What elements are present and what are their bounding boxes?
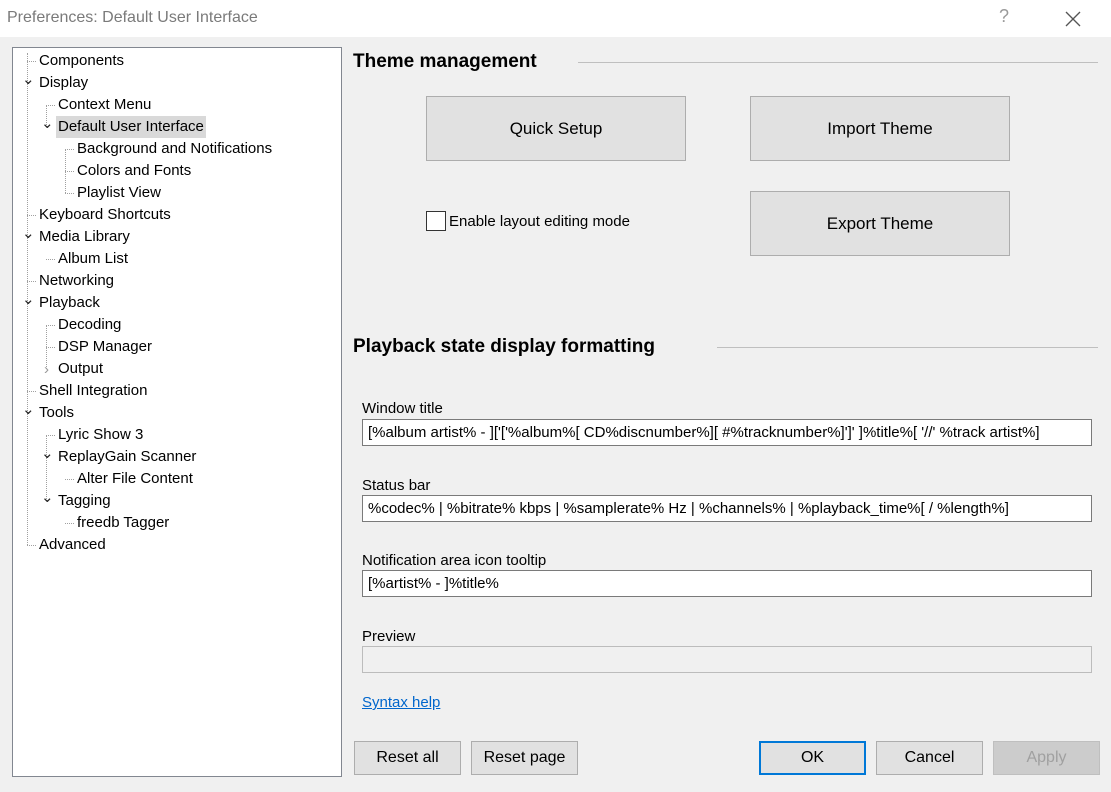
tree-connector bbox=[65, 193, 74, 194]
tree-item-replaygain-scanner[interactable]: ReplayGain Scanner bbox=[56, 446, 198, 468]
export-theme-button[interactable]: Export Theme bbox=[750, 191, 1010, 256]
tree-connector bbox=[65, 523, 74, 524]
tree-item-keyboard-shortcuts[interactable]: Keyboard Shortcuts bbox=[37, 204, 173, 226]
ok-button[interactable]: OK bbox=[759, 741, 866, 775]
formatting-heading: Playback state display formatting bbox=[353, 336, 655, 357]
tree-connector bbox=[27, 61, 36, 62]
expand-chevron-down-icon[interactable]: ⌄ bbox=[41, 490, 54, 507]
window-title: Preferences: Default User Interface bbox=[7, 9, 258, 26]
expand-chevron-down-icon[interactable]: ⌄ bbox=[22, 72, 35, 89]
expand-chevron-down-icon[interactable]: ⌄ bbox=[41, 446, 54, 463]
section-divider bbox=[717, 347, 1098, 348]
tree-connector bbox=[46, 347, 55, 348]
tree-connector bbox=[27, 413, 28, 545]
tree-connector bbox=[46, 259, 55, 260]
tree-connector bbox=[27, 391, 36, 392]
tree-connector bbox=[27, 545, 36, 546]
reset-page-button[interactable]: Reset page bbox=[471, 741, 578, 775]
tree-item-output[interactable]: Output bbox=[56, 358, 105, 380]
expand-chevron-down-icon[interactable]: ⌄ bbox=[22, 292, 35, 309]
tree-connector bbox=[65, 149, 66, 171]
expand-chevron-down-icon[interactable]: ⌄ bbox=[41, 116, 54, 133]
window-title-input[interactable] bbox=[362, 419, 1092, 446]
tree-item-shell-integration[interactable]: Shell Integration bbox=[37, 380, 149, 402]
tree-connector bbox=[46, 435, 55, 436]
quick-setup-button[interactable]: Quick Setup bbox=[426, 96, 686, 161]
reset-all-button[interactable]: Reset all bbox=[354, 741, 461, 775]
title-bar: Preferences: Default User Interface ? bbox=[0, 0, 1111, 37]
preview-label: Preview bbox=[362, 628, 416, 645]
expand-chevron-down-icon[interactable]: ⌄ bbox=[22, 226, 35, 243]
tree-item-dsp-manager[interactable]: DSP Manager bbox=[56, 336, 154, 358]
import-theme-button[interactable]: Import Theme bbox=[750, 96, 1010, 161]
tree-item-networking[interactable]: Networking bbox=[37, 270, 116, 292]
tree-connector bbox=[65, 171, 66, 193]
tree-item-tagging[interactable]: Tagging bbox=[56, 490, 113, 512]
layout-editing-checkbox[interactable] bbox=[426, 211, 446, 231]
expand-chevron-down-icon[interactable]: ⌄ bbox=[22, 402, 35, 419]
tree-connector bbox=[46, 105, 55, 106]
tree-connector bbox=[27, 237, 28, 281]
tree-item-playlist-view[interactable]: Playlist View bbox=[75, 182, 163, 204]
tree-connector bbox=[46, 325, 47, 347]
tree-item-background-and-notifications[interactable]: Background and Notifications bbox=[75, 138, 274, 160]
tooltip-label: Notification area icon tooltip bbox=[362, 552, 547, 569]
tree-item-advanced[interactable]: Advanced bbox=[37, 534, 108, 556]
tree-connector bbox=[65, 171, 74, 172]
expand-chevron-right-icon[interactable]: › bbox=[41, 362, 52, 377]
tree-item-freedb-tagger[interactable]: freedb Tagger bbox=[75, 512, 171, 534]
layout-editing-label[interactable]: Enable layout editing mode bbox=[449, 213, 630, 230]
tree-item-decoding[interactable]: Decoding bbox=[56, 314, 123, 336]
tree-item-colors-and-fonts[interactable]: Colors and Fonts bbox=[75, 160, 193, 182]
status-bar-input[interactable] bbox=[362, 495, 1092, 522]
tree-item-default-user-interface[interactable]: Default User Interface bbox=[56, 116, 206, 138]
section-divider bbox=[578, 62, 1098, 63]
theme-management-heading: Theme management bbox=[353, 51, 537, 72]
tree-connector bbox=[27, 83, 28, 215]
tree-connector bbox=[46, 325, 55, 326]
tree-item-context-menu[interactable]: Context Menu bbox=[56, 94, 153, 116]
tree-connector bbox=[27, 281, 36, 282]
window-title-label: Window title bbox=[362, 400, 443, 417]
tree-item-album-list[interactable]: Album List bbox=[56, 248, 130, 270]
help-icon[interactable]: ? bbox=[999, 6, 1009, 27]
tree-connector bbox=[65, 479, 74, 480]
close-icon[interactable] bbox=[1062, 8, 1084, 30]
preview-field bbox=[362, 646, 1092, 673]
dialog-client: Components ⌄ Display Context Menu ⌄ Default U… bbox=[0, 37, 1111, 792]
tree-connector bbox=[27, 53, 28, 61]
apply-button: Apply bbox=[993, 741, 1100, 775]
tree-item-media-library[interactable]: Media Library bbox=[37, 226, 132, 248]
tree-item-tools[interactable]: Tools bbox=[37, 402, 76, 424]
syntax-help-link[interactable]: Syntax help bbox=[362, 694, 440, 711]
tree-connector bbox=[27, 303, 28, 391]
tooltip-input[interactable] bbox=[362, 570, 1092, 597]
tree-item-components[interactable]: Components bbox=[37, 50, 126, 72]
tree-connector bbox=[65, 149, 74, 150]
tree-connector bbox=[27, 215, 36, 216]
tree-item-alter-file-content[interactable]: Alter File Content bbox=[75, 468, 195, 490]
tree-item-lyric-show-3[interactable]: Lyric Show 3 bbox=[56, 424, 145, 446]
preferences-tree[interactable]: Components ⌄ Display Context Menu ⌄ Default U… bbox=[12, 47, 342, 777]
cancel-button[interactable]: Cancel bbox=[876, 741, 983, 775]
tree-item-playback[interactable]: Playback bbox=[37, 292, 102, 314]
status-bar-label: Status bar bbox=[362, 477, 431, 494]
tree-item-display[interactable]: Display bbox=[37, 72, 90, 94]
